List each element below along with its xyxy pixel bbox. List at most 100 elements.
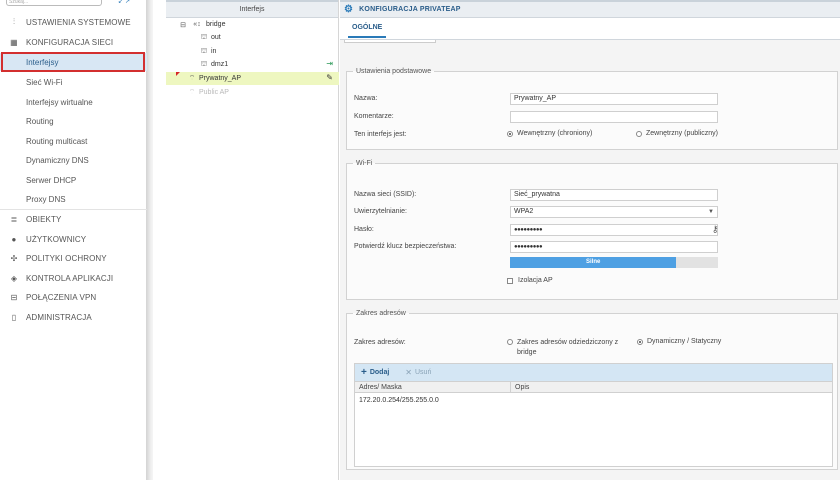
sidebar-item-routing-multicast[interactable]: Routing multicast: [0, 132, 147, 150]
radio-dot: [507, 339, 513, 345]
radio-label: Wewnętrzny (chroniony): [517, 130, 593, 137]
collapse-toggle-icon[interactable]: ⊟: [178, 21, 188, 29]
shield-icon: ◈: [10, 273, 18, 283]
nav-section-label: POŁĄCZENIA VPN: [26, 292, 97, 302]
confirm-key-input[interactable]: ●●●●●●●●●: [510, 241, 718, 253]
wifi-icon: ⌔: [188, 89, 196, 96]
interface-icon: ⛫: [200, 48, 208, 55]
tree-item-in[interactable]: ⛫ in: [166, 45, 339, 58]
interface-tree-panel: Interfejs ⊟ «↕ bridge ⛫ out ⛫ in ⛫ dmz1 …: [166, 0, 339, 480]
nav-section-label: KONTROLA APLIKACJI: [26, 273, 114, 283]
interface-type-label: Ten interfejs jest:: [354, 131, 407, 138]
bridge-icon: «↕: [193, 21, 201, 28]
flag-icon: [176, 72, 180, 76]
sidebar-item-dns-proxy[interactable]: Proxy DNS: [0, 190, 147, 208]
sidebar-scrollbar[interactable]: [147, 0, 153, 480]
ssid-input[interactable]: Sieć_prywatna: [510, 189, 718, 201]
sliders-icon: ⫶: [12, 17, 16, 26]
tree-item-label: bridge: [206, 21, 226, 28]
key-icon[interactable]: ⚷: [712, 224, 719, 234]
sidebar-item-wifi[interactable]: Sieć Wi-Fi: [0, 73, 147, 91]
tab-general[interactable]: OGÓLNE: [348, 24, 387, 38]
name-input[interactable]: Prywatny_AP: [510, 93, 718, 105]
sidebar-item-virtual-interfaces[interactable]: Interfejsy wirtualne: [0, 93, 147, 111]
sidebar-item-label: Routing multicast: [26, 136, 88, 146]
nav-section-label: KONFIGURACJA SIECI: [26, 37, 114, 47]
table-row[interactable]: 172.20.0.254/255.255.0.0: [355, 393, 832, 407]
sidebar-item-routing[interactable]: Routing: [0, 112, 147, 130]
tree-item-label: Public AP: [199, 89, 229, 96]
policy-icon: ✣: [10, 253, 18, 263]
tree-item-label: Prywatny_AP: [199, 75, 242, 82]
radio-label: Dynamiczny / Statyczny: [647, 338, 722, 345]
name-label: Nazwa:: [354, 95, 378, 102]
nav-section-administration[interactable]: ▯ ADMINISTRACJA: [0, 308, 147, 326]
tree-item-dmz1[interactable]: ⛫ dmz1 ⇥: [166, 58, 339, 71]
tree-item-out[interactable]: ⛫ out: [166, 31, 339, 44]
button-label: Dodaj: [369, 369, 390, 376]
nav-section-vpn[interactable]: ⊟ POŁĄCZENIA VPN: [0, 288, 147, 306]
sidebar: Szukaj... ↙↗ ⫶ USTAWIENIA SYSTEMOWE ▦ KO…: [0, 0, 147, 480]
grid-toolbar: + Dodaj ✕ Usuń: [355, 364, 832, 381]
auth-label: Uwierzytelnianie:: [354, 208, 407, 215]
nav-section-app-control[interactable]: ◈ KONTROLA APLIKACJI: [0, 269, 147, 287]
confirm-key-label: Potwierdź klucz bezpieczeństwa:: [354, 243, 457, 250]
sidebar-item-dynamic-dns[interactable]: Dynamiczny DNS: [0, 151, 147, 169]
tree-item-bridge[interactable]: ⊟ «↕ bridge: [166, 18, 339, 31]
ap-isolation-checkbox[interactable]: Izolacja AP: [507, 277, 553, 284]
nav-section-label: OBIEKTY: [26, 214, 62, 224]
fieldset-legend: Zakres adresów: [356, 310, 406, 317]
sidebar-item-label: Interfejsy wirtualne: [26, 97, 93, 107]
nav-section-label: POLITYKI OCHRONY: [26, 253, 107, 263]
internal-radio[interactable]: Wewnętrzny (chroniony): [507, 130, 592, 137]
password-strength-bar: Silne: [510, 257, 718, 268]
external-radio[interactable]: Zewnętrzny (publiczny): [636, 130, 718, 137]
fieldset-wifi: Wi-Fi Nazwa sieci (SSID): Sieć_prywatna …: [346, 160, 838, 300]
search-input[interactable]: Szukaj...: [6, 0, 102, 6]
vpn-icon: ⊟: [10, 292, 18, 302]
main-panel: ⚙ KONFIGURACJA PRIVATEAP OGÓLNE Ustawien…: [340, 0, 840, 480]
user-icon: ●: [11, 234, 17, 244]
admin-icon: ▯: [11, 312, 17, 322]
auth-selected-value: WPA2: [514, 208, 534, 215]
nav-section-system-settings[interactable]: ⫶ USTAWIENIA SYSTEMOWE: [0, 13, 147, 31]
tree-item-prywatny-ap[interactable]: ⌔ Prywatny_AP ✎: [166, 72, 339, 85]
address-range-label: Zakres adresów:: [354, 339, 406, 346]
column-header-address[interactable]: Adres/ Maska: [359, 384, 402, 391]
database-icon: ≣: [10, 214, 18, 224]
tab-underline: [344, 40, 436, 43]
fieldset-legend: Ustawienia podstawowe: [356, 68, 432, 75]
nav-section-users[interactable]: ● UŻYTKOWNICY: [0, 230, 147, 248]
wifi-icon: ⌔: [188, 75, 196, 82]
panel-title-bar: ⚙ KONFIGURACJA PRIVATEAP: [340, 0, 840, 18]
tree-item-label: dmz1: [211, 61, 229, 68]
nav-section-label: USTAWIENIA SYSTEMOWE: [26, 17, 131, 27]
column-divider: [510, 382, 511, 393]
column-header-description[interactable]: Opis: [515, 384, 529, 391]
highlight-box: [1, 52, 145, 72]
tree-item-public-ap[interactable]: ⌔ Public AP: [166, 86, 339, 99]
nav-section-network-config[interactable]: ▦ KONFIGURACJA SIECI: [0, 33, 147, 51]
edit-icon[interactable]: ✎: [326, 73, 333, 82]
password-input[interactable]: ●●●●●●●●● ⚷: [510, 224, 719, 236]
sidebar-item-dhcp-server[interactable]: Serwer DHCP: [0, 171, 147, 189]
inherited-range-radio[interactable]: Zakres adresów odziedziczony z bridge: [507, 338, 637, 358]
sidebar-item-label: Proxy DNS: [26, 194, 66, 204]
radio-label: Zewnętrzny (publiczny): [646, 130, 718, 137]
nav-section-policies[interactable]: ✣ POLITYKI OCHRONY: [0, 249, 147, 267]
collapse-icon[interactable]: ↙↗: [118, 0, 140, 6]
add-button[interactable]: + Dodaj: [361, 367, 389, 378]
dynamic-static-radio[interactable]: Dynamiczny / Statyczny: [637, 338, 721, 345]
nav-section-objects[interactable]: ≣ OBIEKTY: [0, 210, 147, 228]
comment-input[interactable]: [510, 111, 718, 123]
checkbox-box: [507, 277, 513, 284]
sidebar-item-label: Serwer DHCP: [26, 175, 77, 185]
sidebar-item-label: Routing: [26, 116, 54, 126]
remove-button[interactable]: ✕ Usuń: [405, 368, 431, 377]
chevron-down-icon: ▼: [708, 209, 714, 215]
gear-icon: ⚙: [344, 4, 354, 15]
radio-dot: [636, 131, 642, 137]
login-icon[interactable]: ⇥: [326, 59, 333, 68]
button-label: Usuń: [415, 369, 432, 376]
auth-select[interactable]: WPA2 ▼: [510, 206, 718, 218]
